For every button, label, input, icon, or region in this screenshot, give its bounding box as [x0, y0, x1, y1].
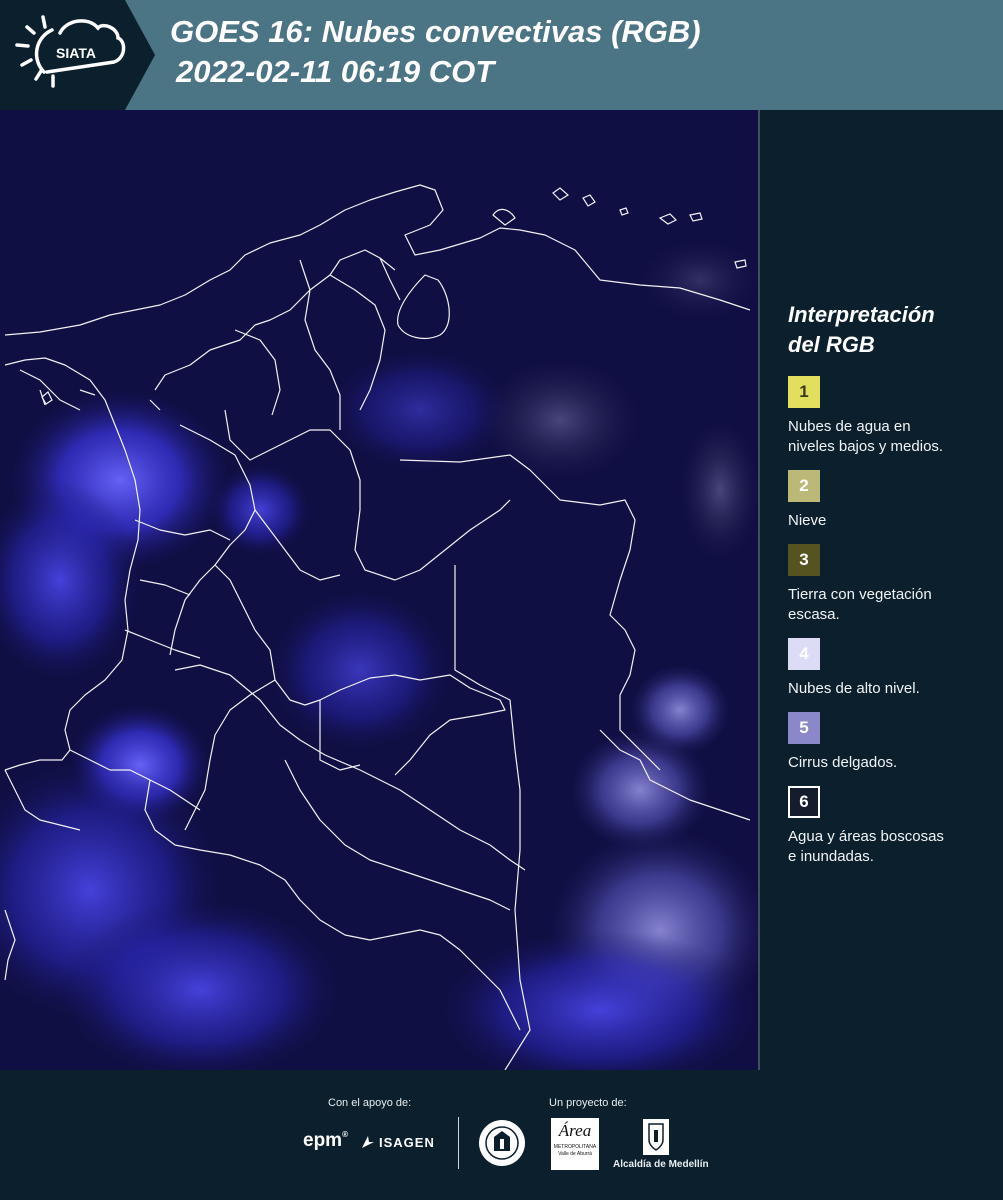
legend-title: Interpretación del RGB — [788, 300, 988, 360]
siata-logo-block: SIATA — [0, 0, 155, 110]
legend-items: 1 Nubes de agua en niveles bajos y medios… — [788, 376, 988, 867]
legend-item-2: 2 Nieve — [788, 470, 988, 531]
header-bar: SIATA GOES 16: Nubes convectivas (RGB) 2… — [0, 0, 1003, 110]
legend-title-line1: Interpretación — [788, 302, 935, 327]
legend-item-5: 5 Cirrus delgados. — [788, 712, 988, 773]
legend-swatch-5: 5 — [788, 712, 820, 744]
support-label: Con el apoyo de: — [328, 1097, 412, 1109]
epm-logo: epm® — [303, 1130, 348, 1151]
legend-label-1: Nubes de agua en niveles bajos y medios. — [788, 418, 944, 455]
legend-swatch-4: 4 — [788, 638, 820, 670]
legend-swatch-6: 6 — [788, 786, 820, 818]
legend-label-6: Agua y áreas boscosas e inundadas. — [788, 828, 944, 865]
legend-item-1: 1 Nubes de agua en niveles bajos y medios… — [788, 376, 988, 457]
legend-label-4: Nubes de alto nivel. — [788, 680, 920, 697]
legend-title-line2: del RGB — [788, 332, 875, 357]
legend-label-2: Nieve — [788, 512, 827, 529]
isagen-logo: ISAGEN — [360, 1134, 435, 1150]
page-title: GOES 16: Nubes convectivas (RGB) — [170, 14, 701, 49]
legend-panel: Interpretación del RGB 1 Nubes de agua e… — [788, 300, 988, 880]
siata-brand-text: SIATA — [56, 45, 96, 61]
alcaldia-shield-icon — [643, 1119, 669, 1155]
legend-label-3: Tierra con vegetación escasa. — [788, 586, 932, 623]
project-label: Un proyecto de: — [549, 1097, 627, 1109]
legend-swatch-3: 3 — [788, 544, 820, 576]
legend-label-5: Cirrus delgados. — [788, 754, 898, 771]
legend-swatch-1: 1 — [788, 376, 820, 408]
satellite-map[interactable] — [0, 110, 760, 1070]
legend-item-6: 6 Agua y áreas boscosas e inundadas. — [788, 786, 988, 867]
legend-item-4: 4 Nubes de alto nivel. — [788, 638, 988, 699]
area-metropolitana-logo: Área METROPOLITANA Valle de Aburrá — [551, 1118, 599, 1170]
medellin-seal-icon — [479, 1120, 525, 1166]
alcaldia-label: Alcaldía de Medellín — [613, 1159, 709, 1170]
page-timestamp: 2022-02-11 06:19 COT — [176, 54, 495, 89]
legend-item-3: 3 Tierra con vegetación escasa. — [788, 544, 988, 625]
isagen-icon — [362, 1136, 374, 1148]
legend-swatch-2: 2 — [788, 470, 820, 502]
footer-divider — [458, 1117, 459, 1169]
